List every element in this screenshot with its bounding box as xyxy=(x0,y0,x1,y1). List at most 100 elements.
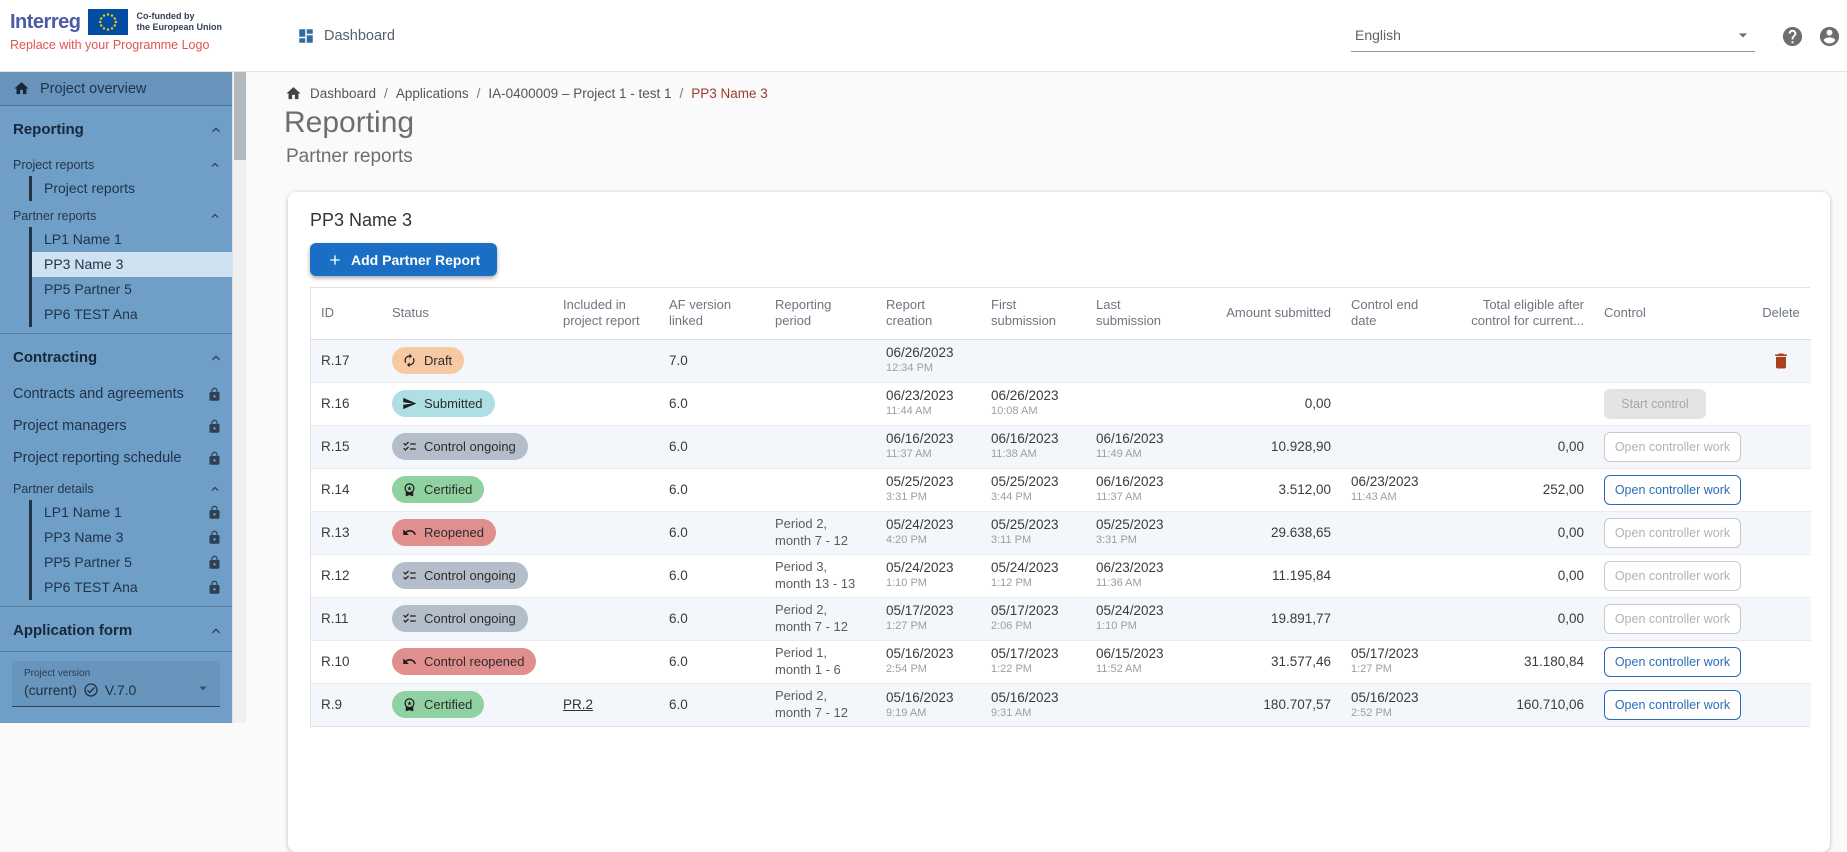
sidebar-item-pp3-name-3[interactable]: PP3 Name 3 xyxy=(32,525,232,550)
column-header-id: ID xyxy=(311,288,382,339)
total-eligible-after-control: 252,00 xyxy=(1446,468,1594,511)
report-creation-date: 05/24/20234:20 PM xyxy=(876,511,981,554)
main-content: Dashboard/Applications/IA-0400009 – Proj… xyxy=(246,72,1847,723)
open-controller-work-button[interactable]: Open controller work xyxy=(1604,690,1741,720)
column-header-amount-submitted: Amount submitted xyxy=(1191,288,1341,339)
amount-submitted: 180.707,57 xyxy=(1191,683,1341,726)
amount-submitted: 31.577,46 xyxy=(1191,640,1341,683)
column-header-total-eligible-after-control-for-current: Total eligible after control for current… xyxy=(1446,288,1594,339)
partner-reports-table: IDStatusIncluded in project reportAF ver… xyxy=(310,287,1810,727)
included-in-project-report-link[interactable]: PR.2 xyxy=(563,697,593,712)
checklist-icon xyxy=(402,568,417,583)
reporting-period: Period 2,month 7 - 12 xyxy=(765,683,876,726)
sidebar-item-lp1-name-1[interactable]: LP1 Name 1 xyxy=(32,500,232,525)
open-controller-work-button[interactable]: Open controller work xyxy=(1604,475,1741,505)
report-creation-date: 06/26/202312:34 PM xyxy=(876,339,981,382)
page-title: Reporting xyxy=(284,106,414,140)
check-circle-icon xyxy=(83,682,99,698)
sidebar-item-project-overview[interactable]: Project overview xyxy=(0,72,232,106)
dashboard-link[interactable]: Dashboard xyxy=(297,0,395,72)
amount-submitted: 10.928,90 xyxy=(1191,425,1341,468)
report-status: Submitted xyxy=(382,382,553,425)
lock-icon xyxy=(207,505,222,520)
included-in-project-report xyxy=(553,468,659,511)
last-submission-date xyxy=(1086,339,1191,382)
sidebar-item-pp3-name-3[interactable]: PP3 Name 3 xyxy=(32,252,232,277)
breadcrumb-item[interactable]: Dashboard xyxy=(310,86,376,101)
report-row[interactable]: R.17Draft7.006/26/202312:34 PM xyxy=(311,339,1811,382)
control-action: Open controller work xyxy=(1594,554,1751,597)
total-eligible-after-control: 160.710,06 xyxy=(1446,683,1594,726)
report-id: R.14 xyxy=(311,468,382,511)
report-row[interactable]: R.9CertifiedPR.26.0Period 2,month 7 - 12… xyxy=(311,683,1811,726)
sidebar-group-project-reports[interactable]: Project reports xyxy=(0,150,232,176)
project-version-select[interactable]: Project version (current) V.7.0 xyxy=(12,661,220,707)
sidebar-item-lp1-name-1[interactable]: LP1 Name 1 xyxy=(32,227,232,252)
column-header-control: Control xyxy=(1594,288,1751,339)
breadcrumb-item[interactable]: IA-0400009 – Project 1 - test 1 xyxy=(488,86,671,101)
report-row[interactable]: R.15Control ongoing6.006/16/202311:37 AM… xyxy=(311,425,1811,468)
medal-icon xyxy=(402,482,417,497)
chevron-up-icon xyxy=(208,350,224,366)
status-badge-submitted: Submitted xyxy=(392,390,495,417)
included-in-project-report xyxy=(553,511,659,554)
report-id: R.17 xyxy=(311,339,382,382)
report-id: R.12 xyxy=(311,554,382,597)
total-eligible-after-control: 0,00 xyxy=(1446,597,1594,640)
total-eligible-after-control: 0,00 xyxy=(1446,554,1594,597)
open-controller-work-button: Open controller work xyxy=(1604,561,1741,591)
report-row[interactable]: R.10Control reopened6.0Period 1,month 1 … xyxy=(311,640,1811,683)
breadcrumb-item[interactable]: Applications xyxy=(396,86,469,101)
sidebar-section-application-form[interactable]: Application form xyxy=(0,607,232,651)
sidebar-item-project-reporting-schedule[interactable]: Project reporting schedule xyxy=(0,442,232,474)
sidebar-item-project-managers[interactable]: Project managers xyxy=(0,410,232,442)
main-scrollbar[interactable] xyxy=(232,72,246,723)
sidebar-item-pp5-partner-5[interactable]: PP5 Partner 5 xyxy=(32,277,232,302)
report-status: Draft xyxy=(382,339,553,382)
open-controller-work-button[interactable]: Open controller work xyxy=(1604,647,1741,677)
delete-action xyxy=(1751,640,1811,683)
partner-reports-card: PP3 Name 3 Add Partner Report IDStatusIn… xyxy=(288,192,1830,852)
sidebar-section-reporting[interactable]: Reporting xyxy=(0,106,232,150)
sidebar-section-contracting[interactable]: Contracting xyxy=(0,334,232,378)
home-icon[interactable] xyxy=(285,85,302,102)
eu-flag-icon xyxy=(88,9,128,35)
reporting-period: Period 2,month 7 - 12 xyxy=(765,597,876,640)
report-row[interactable]: R.16Submitted6.006/23/202311:44 AM06/26/… xyxy=(311,382,1811,425)
report-row[interactable]: R.11Control ongoing6.0Period 2,month 7 -… xyxy=(311,597,1811,640)
control-action: Open controller work xyxy=(1594,425,1751,468)
delete-icon[interactable] xyxy=(1771,351,1791,371)
column-header-delete: Delete xyxy=(1751,288,1811,339)
breadcrumb-separator: / xyxy=(679,86,683,101)
reporting-period xyxy=(765,339,876,382)
sidebar-item-contracts-and-agreements[interactable]: Contracts and agreements xyxy=(0,378,232,410)
sidebar-item-pp5-partner-5[interactable]: PP5 Partner 5 xyxy=(32,550,232,575)
medal-icon xyxy=(402,697,417,712)
included-in-project-report xyxy=(553,554,659,597)
report-row[interactable]: R.12Control ongoing6.0Period 3,month 13 … xyxy=(311,554,1811,597)
scrollbar-thumb[interactable] xyxy=(234,72,246,160)
control-end-date xyxy=(1341,511,1446,554)
reporting-period: Period 3,month 13 - 13 xyxy=(765,554,876,597)
language-select[interactable]: English xyxy=(1351,21,1755,52)
help-icon[interactable] xyxy=(1781,25,1804,48)
report-row[interactable]: R.14Certified6.005/25/20233:31 PM05/25/2… xyxy=(311,468,1811,511)
status-badge-control-ongoing: Control ongoing xyxy=(392,605,528,632)
sidebar-group-partner-details[interactable]: Partner details xyxy=(0,474,232,500)
lock-icon xyxy=(207,387,222,402)
amount-submitted xyxy=(1191,339,1341,382)
sidebar-item-pp6-test-ana[interactable]: PP6 TEST Ana xyxy=(32,575,232,600)
add-partner-report-button[interactable]: Add Partner Report xyxy=(310,243,497,276)
sidebar-item-project-reports[interactable]: Project reports xyxy=(32,176,232,201)
report-row[interactable]: R.13Reopened6.0Period 2,month 7 - 1205/2… xyxy=(311,511,1811,554)
partner-name-heading: PP3 Name 3 xyxy=(310,210,412,231)
delete-action xyxy=(1751,511,1811,554)
sidebar-group-partner-reports[interactable]: Partner reports xyxy=(0,201,232,227)
report-creation-date: 05/17/20231:27 PM xyxy=(876,597,981,640)
control-action xyxy=(1594,339,1751,382)
column-header-reporting-period: Reporting period xyxy=(765,288,876,339)
sidebar-item-pp6-test-ana[interactable]: PP6 TEST Ana xyxy=(32,302,232,327)
report-creation-date: 06/16/202311:37 AM xyxy=(876,425,981,468)
account-icon[interactable] xyxy=(1818,25,1841,48)
amount-submitted: 19.891,77 xyxy=(1191,597,1341,640)
